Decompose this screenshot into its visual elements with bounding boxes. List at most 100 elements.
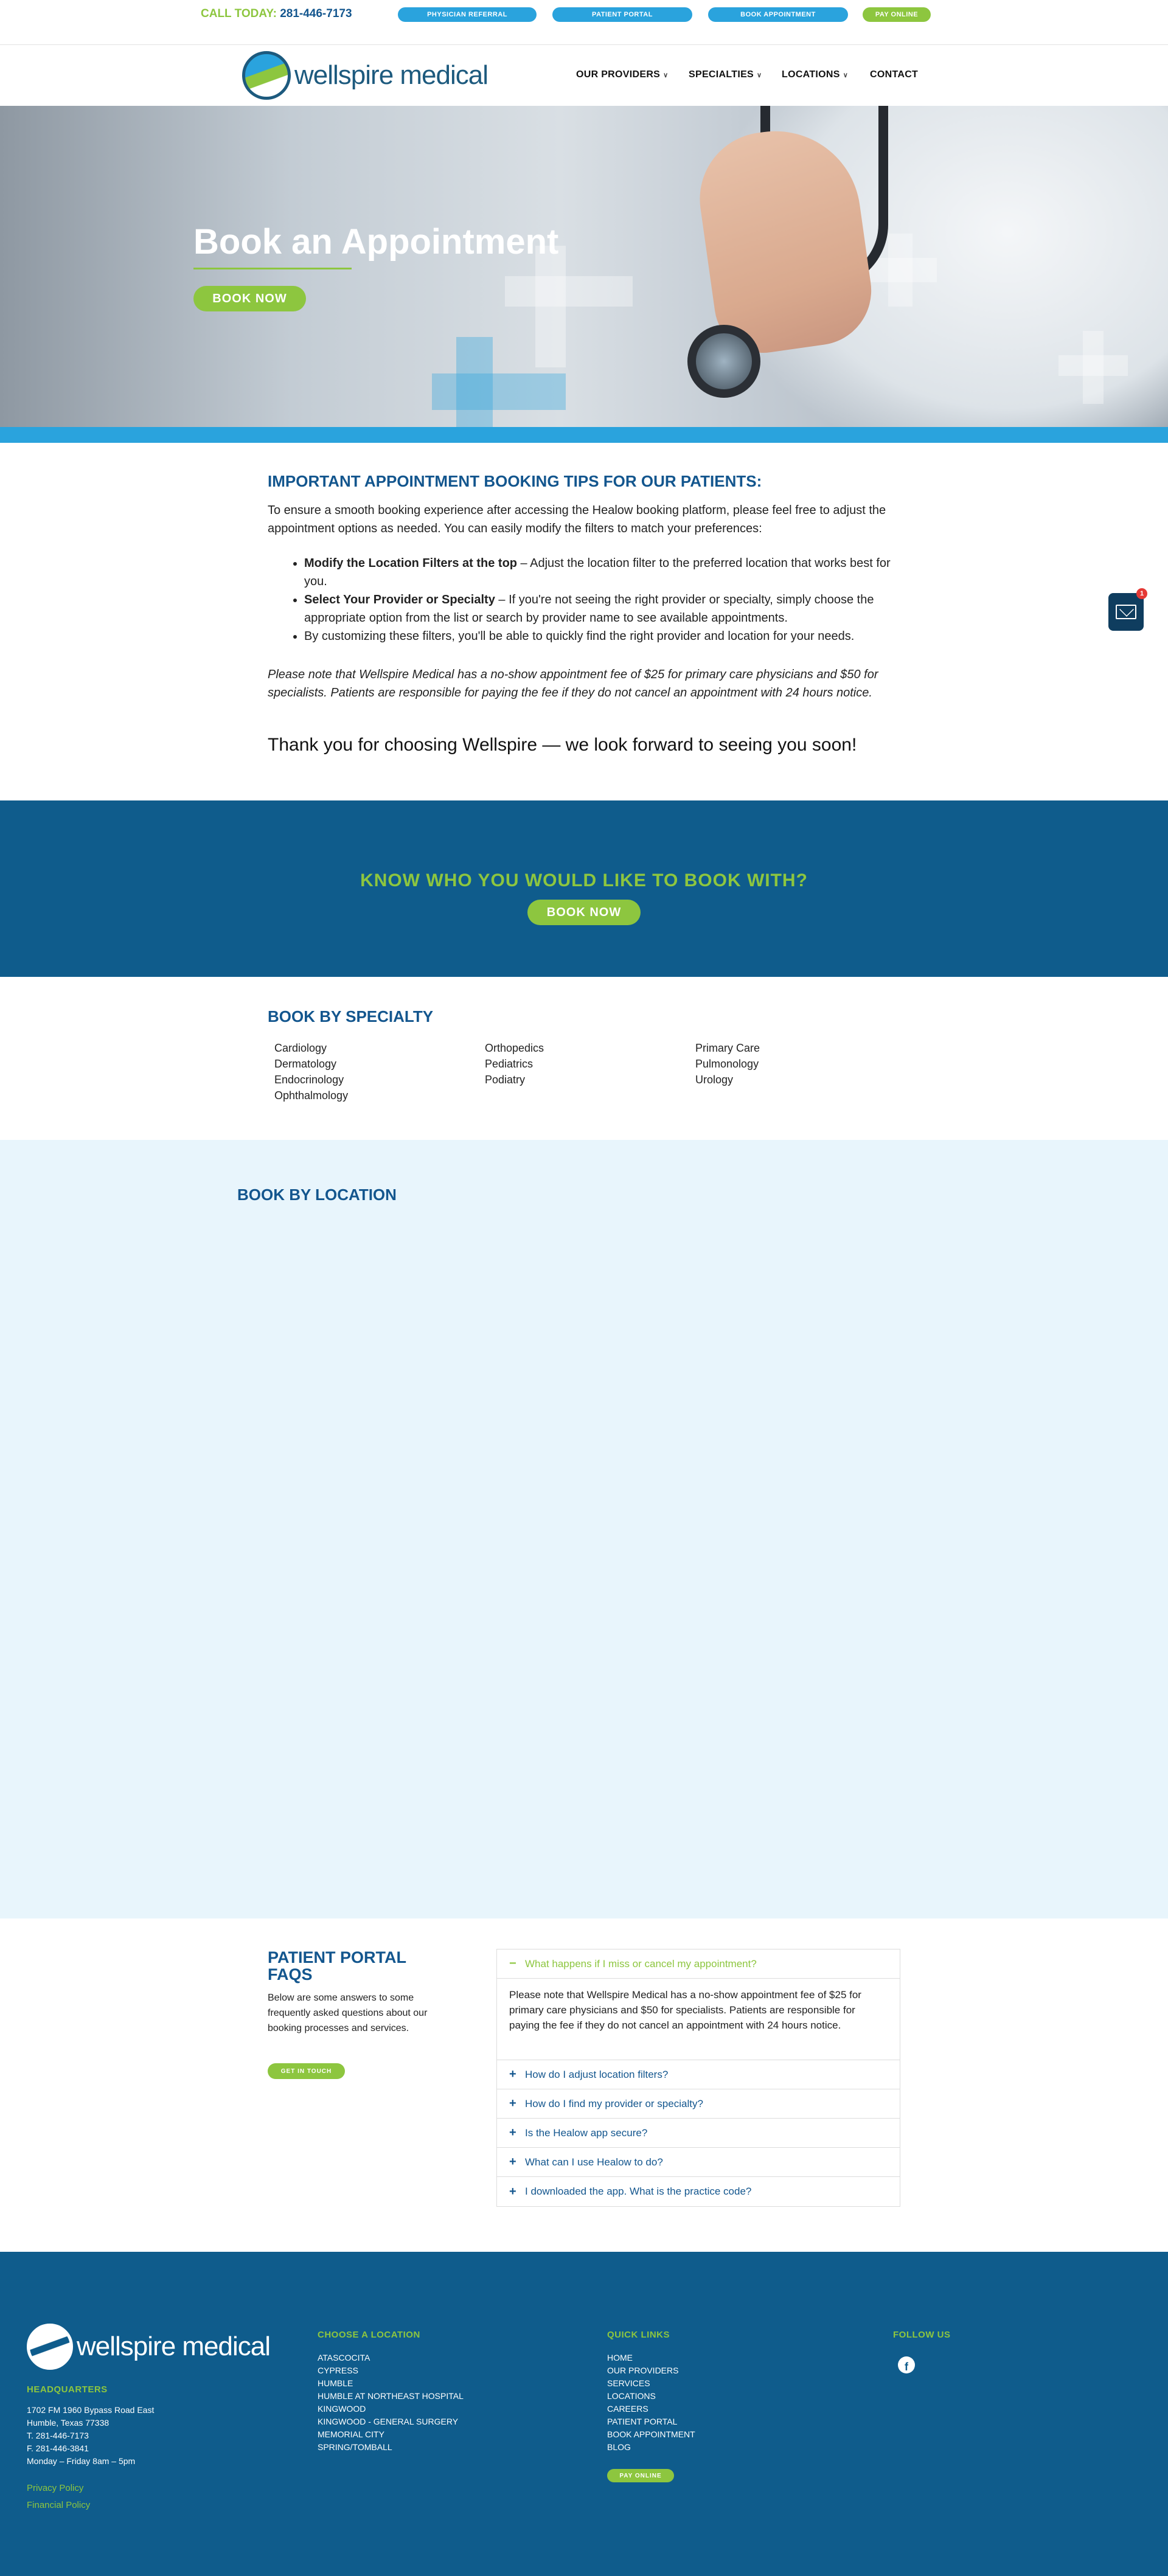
specialty-link[interactable]: Urology [695,1072,760,1088]
quick-link[interactable]: OUR PROVIDERS [607,2364,695,2377]
faq-item[interactable]: + How do I adjust location filters? [497,2060,900,2089]
faq-question: What happens if I miss or cancel my appo… [525,1957,757,1970]
faq-question: How do I find my provider or specialty? [525,2097,703,2109]
footer-location-link[interactable]: MEMORIAL CITY [318,2428,464,2441]
know-who-heading: KNOW WHO YOU WOULD LIKE TO BOOK WITH? [360,870,808,890]
specialty-link[interactable]: Pulmonology [695,1056,760,1072]
footer-location-link[interactable]: CYPRESS [318,2364,464,2377]
faq-item-open[interactable]: − What happens if I miss or cancel my ap… [497,1949,900,1979]
quick-link[interactable]: PATIENT PORTAL [607,2415,695,2428]
nav-locations[interactable]: LOCATIONS ∨ [782,69,848,80]
main-nav: wellspire medical OUR PROVIDERS ∨ SPECIAL… [0,45,1168,106]
physician-referral-button[interactable]: PHYSICIAN REFERRAL [398,7,537,22]
tips-list: Modify the Location Filters at the top –… [304,554,900,645]
footer-pay-online-button[interactable]: PAY ONLINE [607,2469,674,2482]
cross-shape [535,246,566,367]
book-appointment-button[interactable]: BOOK APPOINTMENT [708,7,848,22]
specialty-link[interactable]: Cardiology [274,1040,348,1056]
patient-portal-button[interactable]: PATIENT PORTAL [552,7,692,22]
quick-links-list: HOME OUR PROVIDERS SERVICES LOCATIONS CA… [607,2352,695,2454]
hq-line: Humble, Texas 77338 [27,2418,109,2428]
footer-location-link[interactable]: HUMBLE [318,2377,464,2390]
tip-text: By customizing these filters, you'll be … [304,630,855,643]
specialty-column-3: Primary Care Pulmonology Urology [695,1040,760,1088]
cross-shape [1058,355,1128,376]
list-item: Select Your Provider or Specialty – If y… [304,591,900,627]
specialty-link[interactable]: Pediatrics [485,1056,544,1072]
chevron-down-icon: ∨ [663,71,669,79]
specialty-heading: BOOK BY SPECIALTY [268,1007,434,1026]
specialty-link[interactable]: Primary Care [695,1040,760,1056]
call-today: CALL TODAY: 281-446-7173 [201,7,352,21]
list-item: By customizing these filters, you'll be … [304,627,900,645]
quick-links-heading: QUICK LINKS [607,2330,670,2340]
hq-line: F. 281-446-3841 [27,2443,89,2453]
specialty-link[interactable]: Ophthalmology [274,1088,348,1103]
thanks-text: Thank you for choosing Wellspire — we lo… [268,735,857,755]
facebook-icon[interactable]: f [898,2356,915,2373]
tips-intro: To ensure a smooth booking experience af… [268,504,886,535]
get-in-touch-button[interactable]: GET IN TOUCH [268,2063,345,2079]
faq-question: I downloaded the app. What is the practi… [525,2185,752,2197]
footer-logo-text: wellspire medical [77,2331,271,2361]
specialty-link[interactable]: Orthopedics [485,1040,544,1056]
logo-mark-icon [242,51,291,100]
nav-our-providers[interactable]: OUR PROVIDERS ∨ [576,69,669,80]
financial-policy-link[interactable]: Financial Policy [27,2500,90,2510]
quick-link[interactable]: BLOG [607,2441,695,2454]
site-footer: wellspire medical HEADQUARTERS 1702 FM 1… [0,2252,1168,2576]
faq-question: Is the Healow app secure? [525,2126,648,2139]
location-heading: BOOK BY LOCATION [237,1186,397,1204]
faq-item[interactable]: + How do I find my provider or specialty… [497,2089,900,2119]
nav-contact[interactable]: CONTACT [870,69,918,80]
footer-location-link[interactable]: KINGWOOD - GENERAL SURGERY [318,2415,464,2428]
nav-contact-label: CONTACT [870,69,919,80]
nav-specialties[interactable]: SPECIALTIES ∨ [689,69,762,80]
footer-location-link[interactable]: KINGWOOD [318,2403,464,2415]
faq-item[interactable]: + Is the Healow app secure? [497,2119,900,2148]
logo-text: wellspire medical [294,60,488,90]
logo-mark-icon [27,2324,73,2370]
faqs-section: PATIENT PORTAL FAQS Below are some answe… [0,1918,1168,2252]
divider-strip [0,427,1168,443]
choose-location-heading: CHOOSE A LOCATION [318,2330,420,2340]
hero-title: Book an Appointment [193,222,559,262]
list-item: Modify the Location Filters at the top –… [304,554,900,591]
specialty-link[interactable]: Dermatology [274,1056,348,1072]
pay-online-button[interactable]: PAY ONLINE [863,7,931,22]
quick-link[interactable]: SERVICES [607,2377,695,2390]
faq-item[interactable]: + I downloaded the app. What is the prac… [497,2177,900,2206]
faq-accordion: − What happens if I miss or cancel my ap… [496,1949,900,2207]
faq-question: What can I use Healow to do? [525,2156,663,2168]
specialty-link[interactable]: Endocrinology [274,1072,348,1088]
hero-book-now-button[interactable]: BOOK NOW [193,286,306,311]
footer-location-link[interactable]: ATASCOCITA [318,2352,464,2364]
site-logo[interactable]: wellspire medical [242,51,488,100]
chat-widget-button[interactable]: 1 [1108,588,1147,631]
phone-link[interactable]: 281-446-7173 [280,7,352,20]
plus-icon: + [509,2184,516,2198]
quick-link[interactable]: CAREERS [607,2403,695,2415]
specialty-column-1: Cardiology Dermatology Endocrinology Oph… [274,1040,348,1103]
chevron-down-icon: ∨ [757,71,762,79]
headquarters-heading: HEADQUARTERS [27,2384,108,2395]
quick-link[interactable]: LOCATIONS [607,2390,695,2403]
footer-location-link[interactable]: HUMBLE AT NORTHEAST HOSPITAL [318,2390,464,2403]
footer-location-link[interactable]: SPRING/TOMBALL [318,2441,464,2454]
know-who-band: KNOW WHO YOU WOULD LIKE TO BOOK WITH? BO… [0,800,1168,977]
no-show-note: Please note that Wellspire Medical has a… [268,668,878,700]
cross-shape [505,276,633,307]
hq-line[interactable]: T. 281-446-7173 [27,2429,154,2442]
quick-link[interactable]: HOME [607,2352,695,2364]
book-by-location-section: BOOK BY LOCATION [0,1140,1168,1918]
privacy-policy-link[interactable]: Privacy Policy [27,2483,83,2493]
notification-badge: 1 [1136,588,1147,599]
hq-line: Monday – Friday 8am – 5pm [27,2456,136,2466]
faq-item[interactable]: + What can I use Healow to do? [497,2148,900,2177]
know-book-now-button[interactable]: BOOK NOW [527,900,641,925]
headquarters-info: 1702 FM 1960 Bypass Road East Humble, Te… [27,2404,154,2468]
quick-link[interactable]: BOOK APPOINTMENT [607,2428,695,2441]
plus-icon: + [509,2067,516,2081]
specialty-link[interactable]: Podiatry [485,1072,544,1088]
footer-logo[interactable]: wellspire medical [27,2324,271,2370]
